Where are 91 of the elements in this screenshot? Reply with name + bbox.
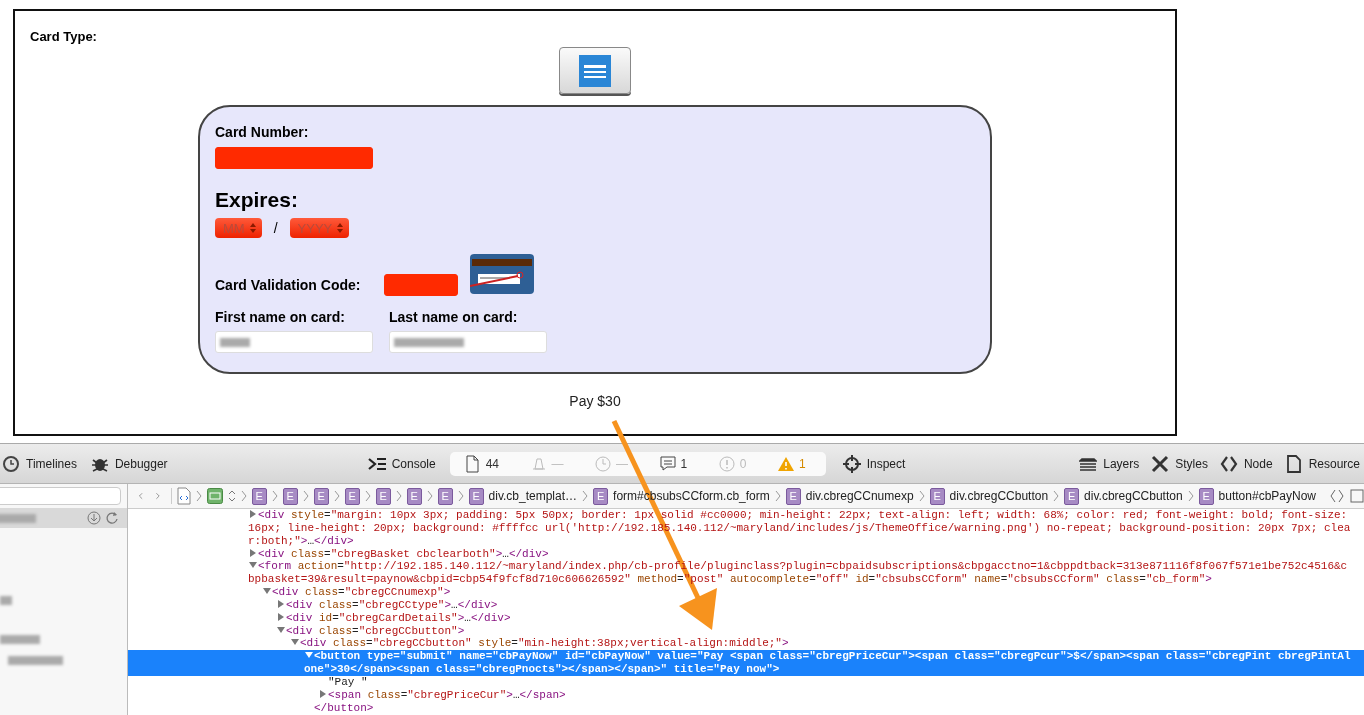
pay-button[interactable]: Pay $30 [569,393,621,409]
field-label: Card Number: [215,124,310,140]
chevron-icon [302,489,309,503]
blurred-text [394,337,464,347]
blurred-text [220,337,250,347]
element-badge: E [1198,487,1214,505]
document-icon[interactable] [176,487,191,505]
updown-icon [335,221,346,235]
field-label: Expires: [215,188,299,212]
chevron-icon [195,489,202,503]
crosshair-icon [842,454,861,473]
field-label: First name on card: [215,309,346,325]
field-label: Card Type: [30,29,98,44]
chevron-icon [364,489,371,503]
disclosure-triangle-icon[interactable] [248,509,258,519]
element-badge: E [785,487,801,505]
dom-tree-row[interactable]: <div class="cbregCCbutton" style="min-height:38px;vertical-align:middle;"> [128,637,1364,651]
chevron-icon [271,489,278,503]
document-icon [1284,454,1303,473]
card-logo-icon [579,54,611,87]
error-icon [717,454,736,473]
download-icon[interactable] [87,511,101,525]
field-label: Last name on card: [389,309,519,325]
breadcrumb-label[interactable]: div.cbregCCbutton [949,489,1049,503]
chevron-icon [426,489,433,503]
disclosure-triangle-icon[interactable] [276,598,286,609]
disclosure-triangle-icon[interactable] [248,547,258,558]
chevron-icon [582,489,589,503]
chevron-icon [240,489,247,503]
separator-text: / [273,220,278,236]
reload-icon[interactable] [105,511,119,525]
search-field[interactable] [0,487,121,505]
tab-button[interactable]: Layers [1079,454,1140,473]
panel-icon[interactable] [1350,488,1364,504]
chevron-icon [918,489,925,503]
chevron-icon [1053,489,1060,503]
console-button[interactable]: Console [367,454,436,473]
chevron-icon [1187,489,1194,503]
dom-tree-row[interactable]: <div class="cbregCCbutton"> [128,624,1364,638]
blurred-text [0,635,40,644]
timeline-icon [2,454,20,473]
dom-tree-row[interactable]: "Pay " [128,675,1364,689]
dom-tree-row[interactable]: <div class="cbregCCtype">…</div> [128,598,1364,612]
chevron-icon [774,489,781,503]
cvc-field[interactable] [384,274,458,296]
brackets-icon [1219,454,1238,473]
updown-icon[interactable] [227,489,236,503]
blurred-text [0,513,36,523]
dom-tree-row[interactable]: <div id="cbregCardDetails">…</div> [128,611,1364,625]
tab-button[interactable]: Debugger [90,454,168,473]
breadcrumb-label[interactable]: div.cbregCCbutton [1084,489,1183,503]
element-badge: E [593,487,609,505]
first-name-field[interactable] [215,331,373,353]
dom-tree-row[interactable]: </button> [128,701,1364,715]
tab-button[interactable]: Styles [1151,454,1208,473]
breadcrumb-label[interactable]: div.cb_templat… [488,489,578,503]
layout-icon[interactable] [206,488,223,504]
inspect-button[interactable]: Inspect [842,454,906,473]
dom-tree-row[interactable]: <div class="cbregBasket cbclearboth">…</div> [128,547,1364,561]
chevron-icon [333,489,340,503]
disclosure-triangle-icon[interactable] [318,688,328,699]
blurred-text [0,596,12,605]
document-icon [463,454,482,473]
card-back-icon [470,254,534,294]
dom-tree-row[interactable]: <span class="cbregPriceCur">…</span> [128,688,1364,702]
updown-icon [247,221,258,235]
disclosure-triangle-icon[interactable] [276,624,286,635]
tab-button[interactable]: Node [1219,454,1273,473]
last-name-field[interactable] [389,331,547,353]
field-label: Card Validation Code: [215,277,362,293]
card-type-button[interactable] [559,47,631,94]
breadcrumb-label[interactable]: div.cbregCCnumexp [805,489,914,503]
counter-button[interactable]: 1 [658,454,688,473]
sidebar-item[interactable] [0,508,127,528]
element-badge: E [468,487,484,505]
chevron-icon [457,489,464,503]
element-badge: E [1064,487,1080,505]
element-badge: E [929,487,945,505]
brackets-icon[interactable] [1329,488,1345,504]
breadcrumb-label[interactable]: button#cbPayNow [1218,489,1316,503]
disclosure-triangle-icon[interactable] [276,611,286,622]
tab-button[interactable]: Resource [1284,454,1360,473]
chevron-icon [395,489,402,503]
blurred-text [8,656,63,665]
dom-tree-row[interactable]: <button type="submit" name="cbPayNow" id="cbPayNow" value="Pay <span class="cbregPriceCur"><span class="cbregPcur">$</span><span class="cbregPint cbregPintAlone">30</span><span class="cbregPnocts"></span></span>" title="Pay now"> [128,650,1364,676]
tab-button[interactable]: Timelines [2,454,77,473]
counter-button[interactable]: 44 [463,454,499,473]
clock-icon [594,454,613,473]
dom-tree-row[interactable]: <div class="cbregCCnumexp"> [128,586,1364,599]
comment-icon [658,454,677,473]
card-number-field[interactable] [215,147,373,169]
